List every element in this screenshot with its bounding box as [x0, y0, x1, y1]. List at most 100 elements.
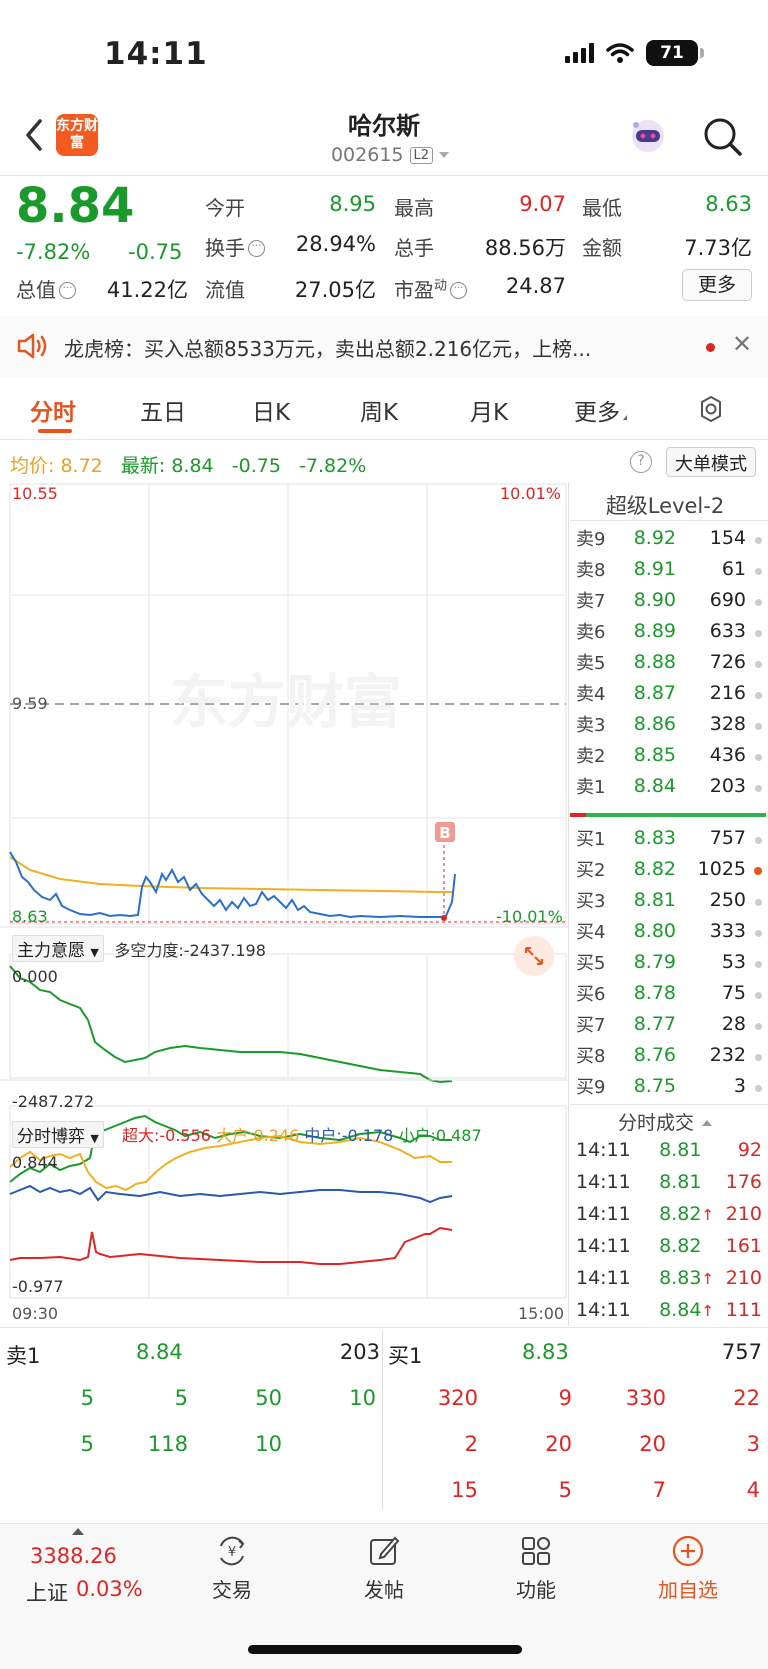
unread-dot [706, 343, 715, 352]
high-value: 9.07 [519, 192, 566, 216]
queue-buy-order: 20 [545, 1432, 572, 1456]
sell-row-4[interactable]: 卖4 8.87 216 [576, 677, 762, 708]
index-name[interactable]: 上证 [26, 1577, 68, 1607]
queue-buy-order: 9 [558, 1386, 572, 1410]
buy-row-8[interactable]: 买8 8.76 232 [576, 1039, 762, 1070]
tab-five-day[interactable]: 五日 [140, 393, 186, 427]
buy-row-2[interactable]: 买2 8.82 1025 [576, 853, 762, 884]
change-amount: -0.75 [128, 240, 183, 264]
sell-row-9[interactable]: 卖9 8.92 154 [576, 522, 762, 553]
sell-row-1[interactable]: 卖1 8.84 203 [576, 770, 762, 801]
tab-weekly-k[interactable]: 周K [360, 393, 398, 427]
time-end: 15:00 [518, 1304, 565, 1323]
stock-code-selector[interactable]: 002615 L2 [300, 144, 480, 166]
sell-row-8[interactable]: 卖8 8.91 61 [576, 553, 762, 584]
stock-name: 哈尔斯 [348, 112, 420, 140]
open-value: 8.95 [329, 192, 376, 216]
queue-sell-order: 118 [147, 1432, 188, 1456]
post-icon [370, 1536, 400, 1565]
turnover-value: 28.94% [295, 232, 376, 256]
legend-large: 大户:0.246 [216, 1126, 300, 1145]
buy-row-5[interactable]: 买5 8.79 53 [576, 946, 762, 977]
wifi-icon [606, 43, 634, 63]
nav-trade[interactable]: ¥ 交易 [182, 1534, 282, 1603]
buy-row-7[interactable]: 买7 8.77 28 [576, 1008, 762, 1039]
queue-sell-label: 卖1 [6, 1344, 41, 1368]
expand-icon [623, 415, 627, 420]
game-panel-title[interactable]: 分时博弈 ▼ [12, 1121, 104, 1148]
tab-more[interactable]: 更多 [574, 393, 627, 427]
buy-row-1[interactable]: 买1 8.83 757 [576, 822, 762, 853]
buy-row-3[interactable]: 买3 8.81 250 [576, 884, 762, 915]
info-dots-icon[interactable]: ··· [450, 282, 468, 299]
info-dots-icon[interactable]: ··· [59, 282, 76, 299]
mid-holder-line [9, 1184, 453, 1204]
info-dots-icon[interactable]: ··· [248, 240, 265, 257]
help-icon[interactable]: ? [630, 451, 652, 473]
queue-separator [382, 1330, 383, 1510]
buy-marker-point [441, 915, 447, 921]
up-arrow-icon: ↑ [701, 1206, 714, 1224]
amount-label: 金额 [582, 236, 622, 260]
legend-mid: 中户:-0.178 [304, 1126, 394, 1145]
trade-row: 14:118.82↑161 [576, 1235, 762, 1257]
legend-super-large: 超大:-0.556 [122, 1126, 211, 1145]
price-line [9, 851, 456, 919]
queue-buy-order: 3 [746, 1432, 760, 1456]
amount-value: 7.73亿 [684, 236, 752, 260]
legend-small: 小户:0.487 [398, 1126, 482, 1145]
close-icon[interactable]: ✕ [732, 330, 752, 358]
avg-price-line [9, 856, 452, 893]
volume-value: 88.56万 [484, 236, 566, 260]
search-icon[interactable] [700, 114, 744, 158]
buy-row-4[interactable]: 买4 8.80 333 [576, 915, 762, 946]
more-button[interactable]: 更多 [682, 269, 752, 301]
notice-text[interactable]: 龙虎榜：买入总额8533万元，卖出总额2.216亿元，上榜... [64, 333, 674, 362]
index-value[interactable]: 3388.26 [30, 1544, 117, 1568]
power-metric: 多空力度:-2437.198 [114, 941, 266, 960]
game-legend: 超大:-0.556 大户:0.246 中户:-0.178 小户:0.487 [122, 1122, 482, 1146]
index-percent[interactable]: 0.03% [76, 1577, 143, 1601]
settings-icon[interactable] [696, 394, 726, 424]
tab-intraday[interactable]: 分时 [30, 393, 76, 427]
queue-buy-order: 7 [652, 1478, 666, 1502]
game-axis-bottom: -0.977 [12, 1277, 64, 1296]
tab-indicator [38, 429, 72, 433]
queue-buy-order: 330 [625, 1386, 666, 1410]
watermark: 东方财富 [170, 668, 402, 736]
intraday-chart[interactable]: 东方财富 B [0, 482, 568, 1322]
trades-title[interactable]: 分时成交 [570, 1108, 760, 1135]
pe-value: 24.87 [505, 274, 566, 298]
nav-function[interactable]: 功能 [486, 1534, 586, 1603]
expand-button-bg [514, 936, 554, 976]
sell-row-2[interactable]: 卖2 8.85 436 [576, 739, 762, 770]
buy-row-6[interactable]: 买6 8.78 75 [576, 977, 762, 1008]
sell-row-6[interactable]: 卖6 8.89 633 [576, 615, 762, 646]
nav-post[interactable]: 发帖 [334, 1534, 434, 1603]
back-icon[interactable] [20, 115, 50, 155]
super-large-line [9, 1226, 453, 1265]
float-cap-label: 流值 [205, 278, 245, 302]
nav-add-watchlist[interactable]: 加自选 [638, 1534, 738, 1603]
queue-buy-order: 4 [746, 1478, 760, 1502]
y-axis-mid: 9.59 [12, 694, 48, 713]
power-panel-title[interactable]: 主力意愿 ▼ 多空力度:-2437.198 [12, 935, 266, 962]
queue-sell-order: 50 [255, 1386, 282, 1410]
queue-sell-order: 5 [80, 1432, 94, 1456]
sell-row-3[interactable]: 卖3 8.86 328 [576, 708, 762, 739]
sell-row-5[interactable]: 卖5 8.88 726 [576, 646, 762, 677]
big-order-mode-button[interactable]: 大单模式 [666, 447, 756, 477]
collapse-icon [702, 1120, 712, 1126]
stock-code: 002615 [330, 144, 404, 166]
power-axis-bottom: -2487.272 [12, 1092, 95, 1111]
queue-buy-label: 买1 [388, 1344, 423, 1368]
queue-buy-total: 757 [721, 1340, 762, 1364]
tab-monthly-k[interactable]: 月K [470, 393, 508, 427]
ai-assistant-icon[interactable] [626, 116, 670, 156]
buy-row-9[interactable]: 买9 8.75 3 [576, 1070, 762, 1101]
sell-row-7[interactable]: 卖7 8.90 690 [576, 584, 762, 615]
market-cap-value: 41.22亿 [106, 278, 188, 302]
add-watchlist-icon [672, 1535, 704, 1567]
order-book-divider [570, 813, 766, 817]
tab-daily-k[interactable]: 日K [252, 393, 290, 427]
